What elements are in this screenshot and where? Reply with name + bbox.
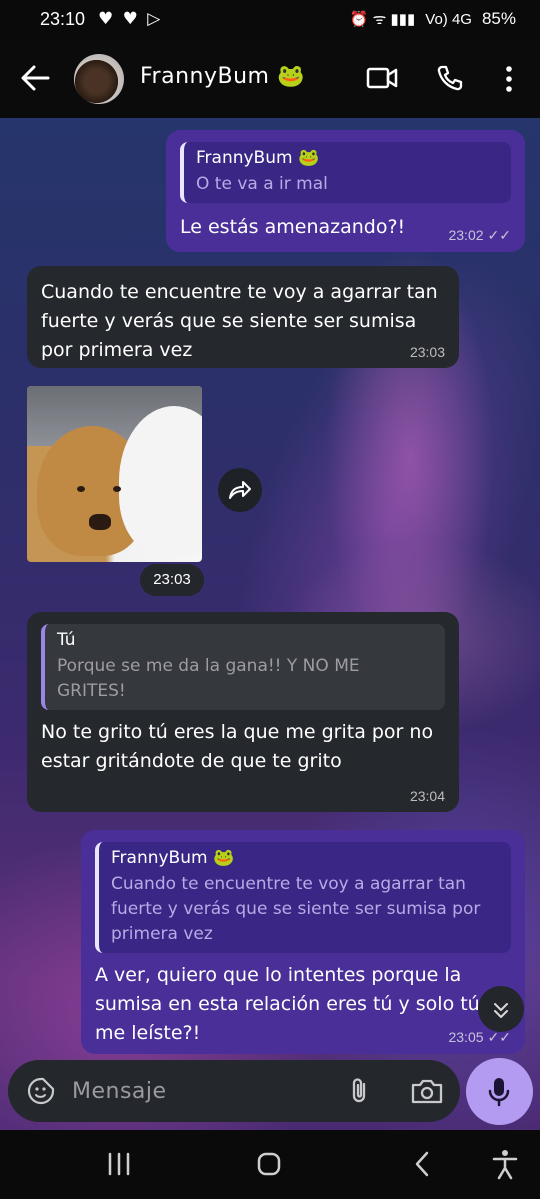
read-ticks-icon: ✓✓: [487, 227, 511, 243]
camera-icon[interactable]: [410, 1076, 444, 1106]
message-composer: [8, 1060, 460, 1122]
quoted-message[interactable]: FrannyBum 🐸 O te va a ir mal: [180, 142, 511, 203]
video-call-icon[interactable]: [366, 66, 398, 90]
system-nav-bar: [0, 1130, 540, 1199]
dog-eye: [113, 486, 121, 492]
message-input[interactable]: [72, 1074, 322, 1108]
quoted-text: Cuando te encuentre te voy a agarrar tan…: [111, 874, 481, 944]
message-time: 23:03: [409, 344, 445, 360]
message-time: 23:02 ✓✓: [448, 227, 511, 244]
message-text: No te grito tú eres la que me grita por …: [41, 721, 434, 772]
status-bar: 23:10 ♥ ♥ ▷ ⏰ ᯤ ▮▮▮ Vo) 4G 85%: [0, 0, 540, 40]
message-bubble-outgoing[interactable]: FrannyBum 🐸 O te va a ir mal Le estás am…: [166, 130, 525, 252]
scroll-to-bottom-icon[interactable]: [478, 986, 524, 1032]
message-text: Cuando te encuentre te voy a agarrar tan…: [41, 281, 438, 361]
recent-apps-icon[interactable]: [106, 1148, 132, 1180]
nav-back-icon[interactable]: [410, 1148, 436, 1180]
quoted-author: FrannyBum 🐸: [196, 148, 320, 168]
sticker-emoji-icon[interactable]: [26, 1076, 56, 1106]
quoted-author: FrannyBum 🐸: [111, 848, 235, 868]
dog-nose: [89, 514, 111, 530]
time-text: 23:02: [448, 227, 484, 243]
message-bubble-outgoing[interactable]: FrannyBum 🐸 Cuando te encuentre te voy a…: [81, 830, 525, 1054]
status-right: ⏰ ᯤ ▮▮▮ Vo) 4G 85%: [350, 9, 516, 29]
more-options-icon[interactable]: [500, 64, 518, 94]
voice-message-button[interactable]: [466, 1058, 533, 1125]
system-status-icons: ⏰ ᯤ ▮▮▮: [349, 11, 416, 28]
notification-icons: ♥ ♥ ▷: [98, 9, 163, 29]
message-time: 23:04: [409, 788, 445, 804]
accessibility-icon[interactable]: [490, 1148, 520, 1180]
quoted-text: Porque se me da la gana!! Y NO ME GRITES…: [57, 656, 360, 701]
network-icon: Vo) 4G: [425, 10, 472, 28]
message-bubble-incoming[interactable]: Cuando te encuentre te voy a agarrar tan…: [27, 266, 459, 368]
paperclip-icon[interactable]: [346, 1076, 374, 1106]
microphone-icon: [486, 1076, 512, 1108]
status-time: 23:10: [40, 9, 86, 29]
back-arrow-icon[interactable]: [18, 60, 52, 96]
quoted-message[interactable]: FrannyBum 🐸 Cuando te encuentre te voy a…: [95, 842, 511, 953]
image-message[interactable]: [27, 386, 202, 562]
chat-area[interactable]: FrannyBum 🐸 O te va a ir mal Le estás am…: [0, 118, 540, 1130]
message-bubble-incoming[interactable]: Tú Porque se me da la gana!! Y NO ME GRI…: [27, 612, 459, 812]
quoted-author: Tú: [57, 630, 76, 650]
battery-level: 85%: [481, 9, 516, 28]
quoted-message[interactable]: Tú Porque se me da la gana!! Y NO ME GRI…: [41, 624, 445, 710]
contact-name[interactable]: FrannyBum 🐸: [140, 64, 305, 89]
phone-icon[interactable]: [436, 64, 464, 92]
quoted-text: O te va a ir mal: [196, 174, 328, 194]
contact-avatar[interactable]: [74, 54, 124, 104]
time-text: 23:05: [448, 1029, 484, 1045]
chat-header: FrannyBum 🐸: [0, 40, 540, 118]
home-icon[interactable]: [256, 1148, 282, 1180]
dog-eye: [77, 486, 85, 492]
image-time: 23:03: [140, 564, 204, 596]
forward-icon[interactable]: [218, 468, 262, 512]
